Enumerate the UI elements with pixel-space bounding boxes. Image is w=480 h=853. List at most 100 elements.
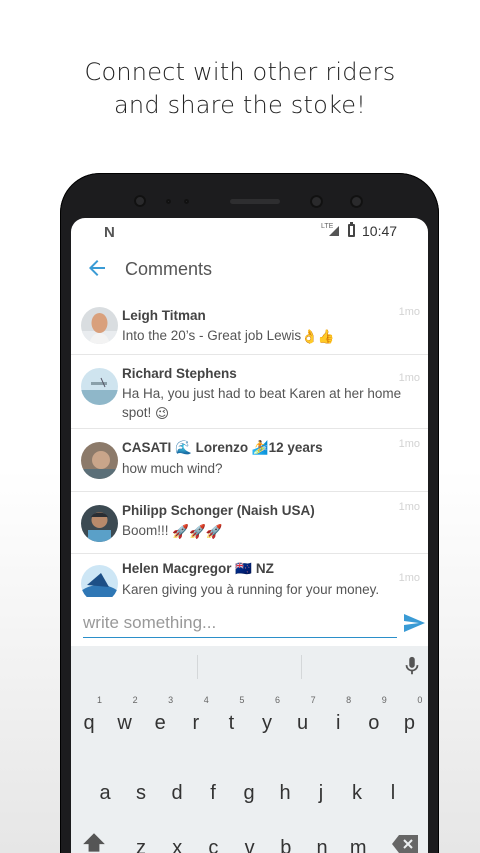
emoji: 🚀🚀🚀	[172, 523, 223, 539]
iris-camera-icon	[310, 195, 323, 208]
key-label: f	[210, 782, 216, 804]
key-w[interactable]: w2	[108, 691, 142, 741]
comment-author[interactable]: Richard Stephens	[122, 366, 237, 381]
comment-author[interactable]: Leigh Titman	[122, 308, 206, 323]
key-u[interactable]: u7	[286, 691, 320, 741]
key-d[interactable]: d	[160, 761, 194, 811]
key-label: v	[244, 837, 255, 853]
app-bar: Comments	[71, 248, 428, 292]
key-x[interactable]: x	[160, 816, 194, 853]
emoji: 👌👍	[301, 328, 335, 344]
key-label: s	[136, 782, 146, 804]
key-label: j	[318, 782, 324, 804]
key-label: y	[262, 712, 272, 734]
flag-emoji: 🇳🇿	[235, 561, 253, 577]
avatar[interactable]	[81, 442, 118, 479]
list-item[interactable]: CASATI 🌊 Lorenzo 🏄12 years how much wind…	[71, 430, 428, 492]
key-k[interactable]: k	[340, 761, 374, 811]
key-label: b	[280, 837, 292, 853]
key-hint: 1	[96, 695, 102, 705]
backspace-icon[interactable]	[391, 834, 419, 853]
key-n[interactable]: n	[305, 816, 339, 853]
avatar-photo	[81, 505, 118, 542]
avatar[interactable]	[81, 368, 118, 405]
shift-icon[interactable]	[81, 830, 107, 853]
key-label: m	[349, 837, 367, 853]
key-s[interactable]: s	[124, 761, 158, 811]
key-z[interactable]: z	[124, 816, 158, 853]
key-i[interactable]: i8	[321, 691, 355, 741]
earpiece-speaker	[230, 199, 280, 204]
key-label: d	[171, 782, 183, 804]
comment-time: 1mo	[398, 306, 420, 318]
key-hint: 4	[203, 695, 209, 705]
key-hint: 8	[346, 695, 352, 705]
avatar[interactable]	[81, 565, 118, 597]
key-q[interactable]: q1	[72, 691, 106, 741]
key-h[interactable]: h	[268, 761, 302, 811]
suggestion-strip	[71, 646, 428, 686]
comment-author[interactable]: Philipp Schonger (Naish USA)	[122, 503, 315, 518]
key-label: k	[352, 782, 362, 804]
key-label: o	[368, 712, 380, 734]
key-label: q	[83, 712, 95, 734]
promo-caption: Connect with other riders and share the …	[0, 56, 480, 122]
list-item[interactable]: Leigh Titman Into the 20’s - Great job L…	[71, 295, 428, 355]
key-label: c	[208, 837, 219, 853]
key-label: n	[316, 837, 328, 853]
key-m[interactable]: m	[341, 816, 375, 853]
key-l[interactable]: l	[376, 761, 410, 811]
notification-icon: N	[104, 224, 115, 241]
key-v[interactable]: v	[233, 816, 267, 853]
list-item[interactable]: Helen Macgregor 🇳🇿 NZ Karen giving you à…	[71, 555, 428, 597]
key-r[interactable]: r4	[179, 691, 213, 741]
author-name-part: NZ	[252, 561, 274, 576]
wave-emoji: 🌊	[175, 440, 192, 456]
comment-input[interactable]	[83, 608, 397, 638]
key-c[interactable]: c	[196, 816, 230, 853]
avatar-photo	[81, 307, 118, 344]
comment-list[interactable]: Leigh Titman Into the 20’s - Great job L…	[71, 295, 428, 597]
divider	[301, 655, 302, 679]
key-y[interactable]: y6	[250, 691, 284, 741]
key-hint: 6	[274, 695, 280, 705]
key-j[interactable]: j	[304, 761, 338, 811]
key-hint: 7	[310, 695, 316, 705]
list-item[interactable]: Richard Stephens Ha Ha, you just had to …	[71, 356, 428, 429]
author-name-part: Lorenzo	[191, 440, 252, 455]
key-g[interactable]: g	[232, 761, 266, 811]
emoji: 😉	[155, 405, 170, 421]
front-camera-icon	[350, 195, 363, 208]
avatar[interactable]	[81, 307, 118, 344]
key-label: z	[136, 837, 146, 853]
soft-keyboard: q1w2e3r4t5y6u7i8o9p0asdfghjklzxcvbnm	[71, 646, 428, 853]
key-b[interactable]: b	[269, 816, 303, 853]
mic-icon[interactable]	[401, 655, 423, 677]
author-name: Helen Macgregor	[122, 561, 232, 576]
key-label: g	[243, 782, 255, 804]
comment-author[interactable]: CASATI 🌊 Lorenzo 🏄12 years	[122, 440, 323, 456]
comment-body: Boom!!!	[122, 523, 169, 538]
key-t[interactable]: t5	[214, 691, 248, 741]
avatar-photo	[81, 442, 118, 479]
comment-author[interactable]: Helen Macgregor 🇳🇿 NZ	[122, 561, 274, 577]
key-o[interactable]: o9	[357, 691, 391, 741]
key-label: t	[228, 712, 235, 734]
key-e[interactable]: e3	[143, 691, 177, 741]
key-label: r	[192, 712, 200, 734]
arrow-back-icon[interactable]	[85, 256, 109, 280]
sensor-icon	[184, 199, 189, 204]
key-label: l	[390, 782, 396, 804]
key-f[interactable]: f	[196, 761, 230, 811]
avatar[interactable]	[81, 505, 118, 542]
phone-top-bezel	[60, 173, 439, 219]
send-icon[interactable]	[402, 611, 426, 635]
key-a[interactable]: a	[88, 761, 122, 811]
comment-text: Into the 20’s - Great job Lewis👌👍	[122, 326, 418, 346]
author-name: CASATI	[122, 440, 172, 455]
key-p[interactable]: p0	[392, 691, 426, 741]
comment-text: how much wind?	[122, 461, 223, 476]
key-hint: 9	[381, 695, 387, 705]
key-label: x	[172, 837, 183, 853]
list-item[interactable]: Philipp Schonger (Naish USA) Boom!!! 🚀🚀🚀…	[71, 493, 428, 554]
